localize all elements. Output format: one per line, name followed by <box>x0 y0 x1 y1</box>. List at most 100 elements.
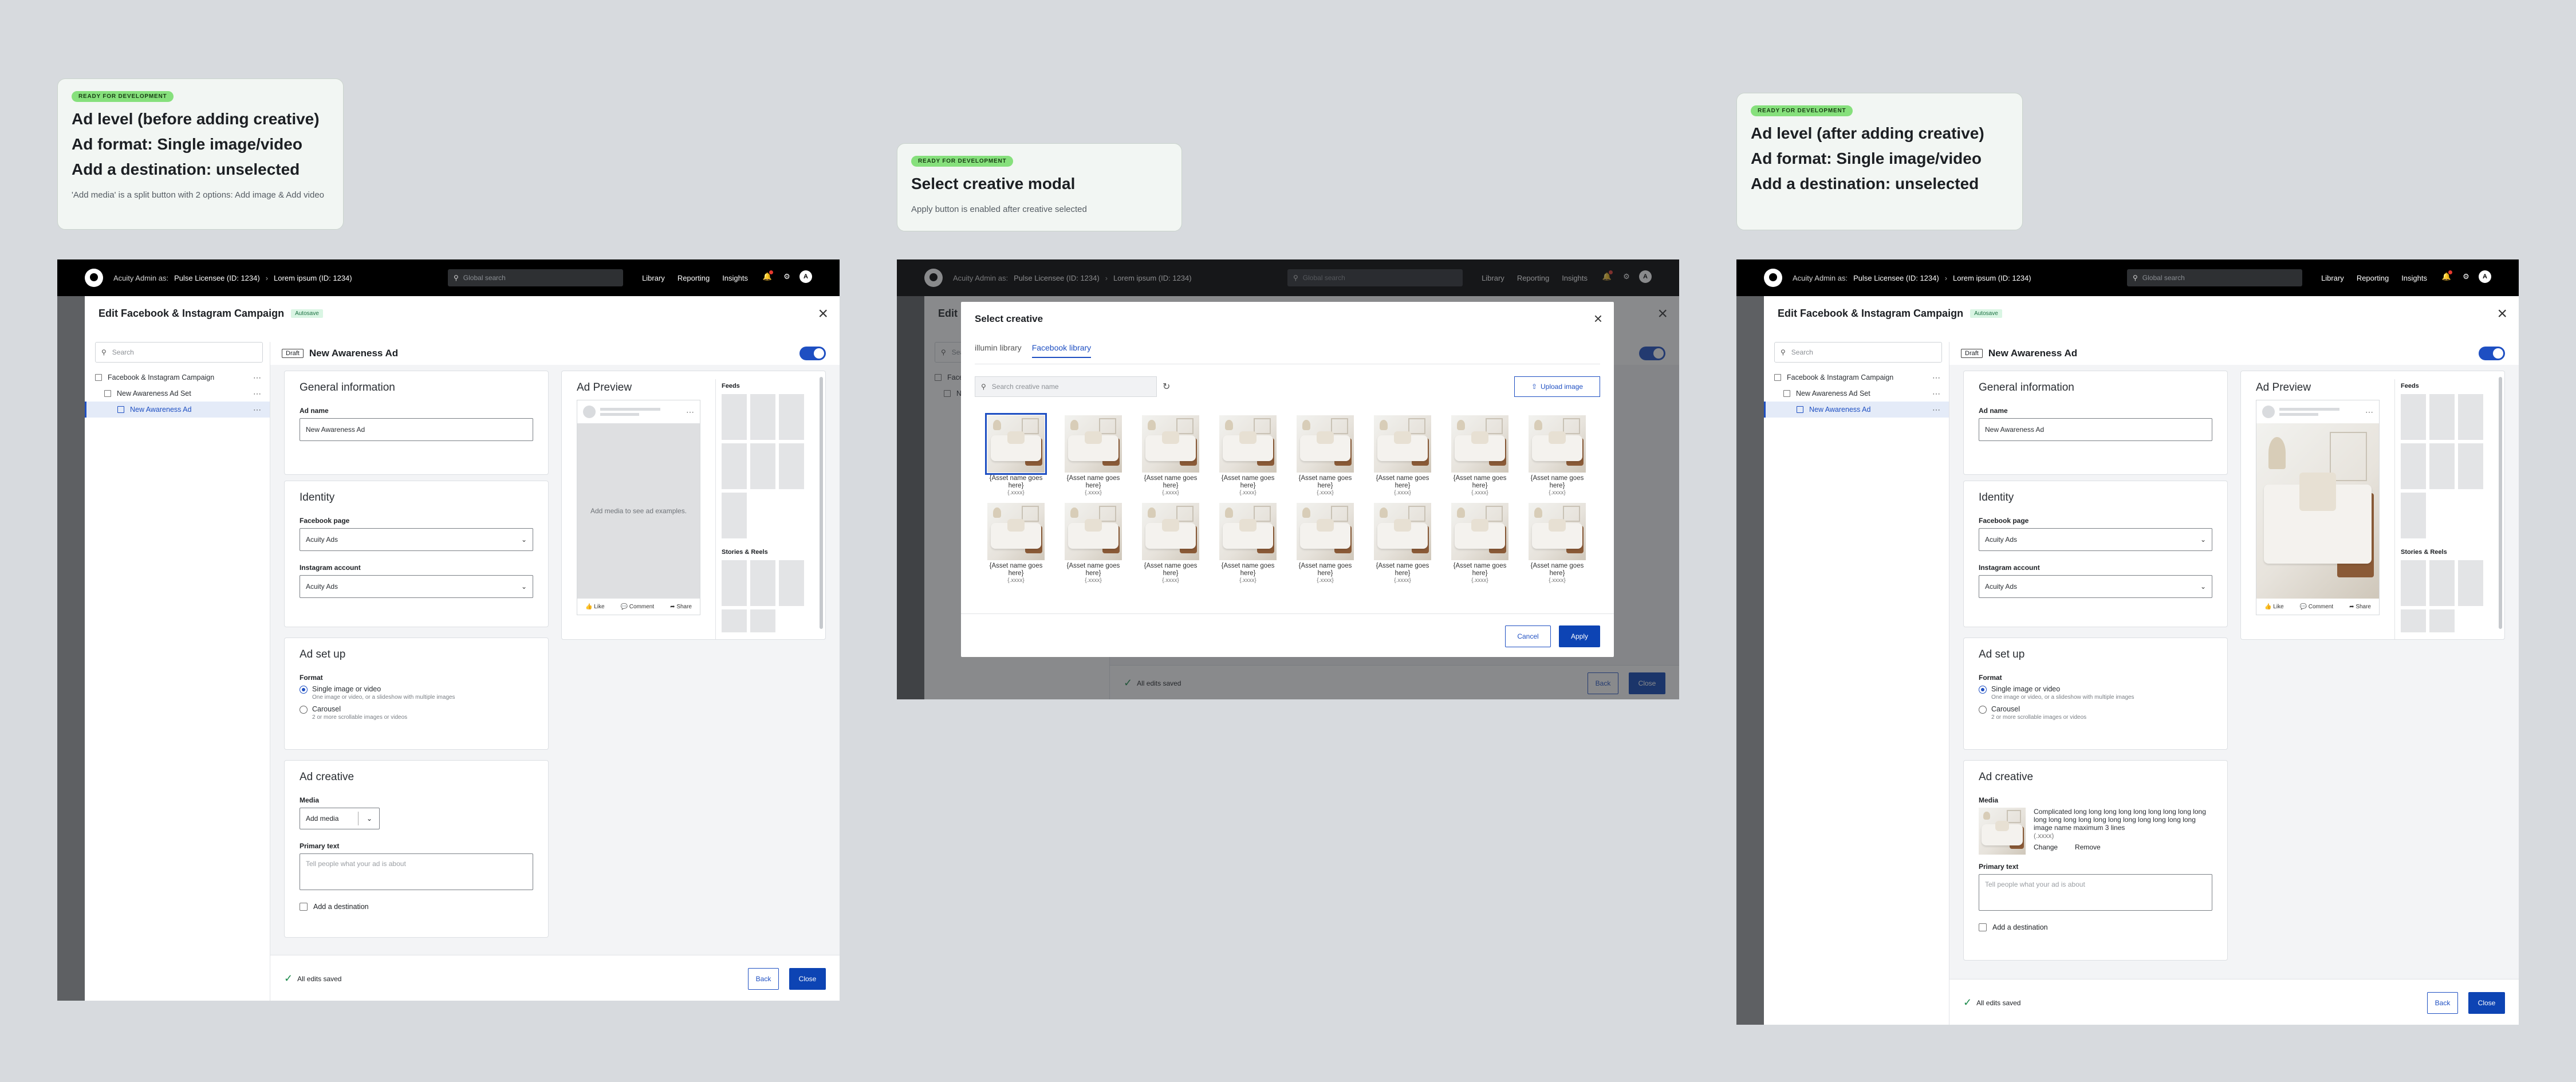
instagram-account-select[interactable]: Acuity Ads ⌄ <box>300 575 533 598</box>
account-selector[interactable]: Lorem ipsum (ID: 1234) <box>274 274 352 282</box>
asset-thumbnail[interactable] <box>1529 503 1586 560</box>
sidebar-search-input[interactable]: ⚲Search <box>95 342 263 363</box>
asset-thumbnail[interactable] <box>1451 415 1508 473</box>
asset-tile[interactable]: {Asset name goes here} {.xxxx} <box>1374 503 1431 584</box>
more-options-icon[interactable]: ⋯ <box>1932 405 1941 415</box>
primary-text-input[interactable]: Tell people what your ad is about <box>1979 874 2212 911</box>
close-icon[interactable]: × <box>1594 310 1602 328</box>
primary-text-input[interactable]: Tell people what your ad is about <box>300 853 533 890</box>
asset-thumbnail[interactable] <box>1297 415 1354 473</box>
tree-item-ad[interactable]: New Awareness Ad ⋯ <box>1764 402 1949 418</box>
logo-icon[interactable] <box>1764 269 1782 287</box>
format-carousel-radio[interactable]: Carousel 2 or more scrollable images or v… <box>1979 705 2212 721</box>
bell-icon[interactable]: 🔔 <box>761 270 774 284</box>
remove-media-link[interactable]: Remove <box>2075 843 2101 851</box>
change-media-link[interactable]: Change <box>2034 843 2058 851</box>
asset-tile[interactable]: {Asset name goes here} {.xxxx} <box>1451 503 1508 584</box>
ad-name-input[interactable]: New Awareness Ad <box>300 418 533 441</box>
close-icon[interactable]: × <box>818 305 828 322</box>
close-button[interactable]: Close <box>789 968 826 990</box>
nav-insights[interactable]: Insights <box>722 274 748 282</box>
more-options-icon[interactable]: ⋯ <box>253 373 262 383</box>
asset-thumbnail[interactable] <box>1529 415 1586 473</box>
tree-item-ad-set[interactable]: New Awareness Ad Set ⋯ <box>85 385 270 402</box>
asset-tile[interactable]: {Asset name goes here} {.xxxx} <box>1065 415 1122 496</box>
chevron-down-icon[interactable]: ⌄ <box>367 815 372 823</box>
asset-tile[interactable]: {Asset name goes here} {.xxxx} <box>987 503 1045 584</box>
close-button[interactable]: Close <box>2468 992 2505 1014</box>
licensee-selector[interactable]: Pulse Licensee (ID: 1234) <box>174 274 260 282</box>
scrollbar[interactable] <box>2499 377 2502 629</box>
add-media-split-button[interactable]: Add media ⌄ <box>300 808 380 829</box>
tree-item-campaign[interactable]: Facebook & Instagram Campaign ⋯ <box>1764 369 1949 385</box>
gear-icon[interactable]: ⚙ <box>780 270 794 284</box>
instagram-account-select[interactable]: Acuity Ads ⌄ <box>1979 575 2212 598</box>
facebook-page-select[interactable]: Acuity Ads ⌄ <box>1979 528 2212 551</box>
nav-insights[interactable]: Insights <box>2401 274 2427 282</box>
asset-tile[interactable]: {Asset name goes here} {.xxxx} <box>1142 503 1199 584</box>
format-single-radio[interactable]: Single image or video One image or video,… <box>300 685 533 701</box>
scrollbar[interactable] <box>820 377 823 629</box>
asset-thumbnail[interactable] <box>1374 503 1431 560</box>
add-destination-checkbox[interactable]: Add a destination <box>1979 923 2212 931</box>
more-options-icon[interactable]: ⋯ <box>1932 373 1941 383</box>
asset-tile[interactable]: {Asset name goes here} {.xxxx} <box>1065 503 1122 584</box>
refresh-icon[interactable]: ↻ <box>1163 381 1170 392</box>
asset-tile[interactable]: {Asset name goes here} {.xxxx} <box>1297 503 1354 584</box>
format-single-radio[interactable]: Single image or video One image or video,… <box>1979 685 2212 701</box>
more-options-icon[interactable]: ⋯ <box>253 389 262 399</box>
back-button[interactable]: Back <box>748 968 779 990</box>
asset-tile[interactable]: {Asset name goes here} {.xxxx} <box>1529 503 1586 584</box>
ad-status-toggle[interactable] <box>2479 347 2505 360</box>
nav-library[interactable]: Library <box>2321 274 2344 282</box>
bell-icon[interactable]: 🔔 <box>2440 270 2453 284</box>
global-search-input[interactable]: ⚲Global search <box>448 269 623 286</box>
sidebar-search-input[interactable]: ⚲Search <box>1774 342 1942 363</box>
more-options-icon[interactable]: ⋯ <box>1932 389 1941 399</box>
asset-thumbnail[interactable] <box>1451 503 1508 560</box>
format-carousel-radio[interactable]: Carousel 2 or more scrollable images or v… <box>300 705 533 721</box>
asset-thumbnail[interactable] <box>1219 415 1277 473</box>
upload-image-button[interactable]: ⇧ Upload image <box>1514 376 1600 397</box>
asset-thumbnail[interactable] <box>985 413 1047 475</box>
gear-icon[interactable]: ⚙ <box>2459 270 2473 284</box>
cancel-button[interactable]: Cancel <box>1505 625 1551 647</box>
asset-tile[interactable]: {Asset name goes here} {.xxxx} <box>1297 415 1354 496</box>
asset-thumbnail[interactable] <box>987 503 1045 560</box>
nav-reporting[interactable]: Reporting <box>2357 274 2389 282</box>
creative-search-input[interactable]: ⚲ Search creative name <box>975 376 1157 397</box>
asset-thumbnail[interactable] <box>1142 503 1199 560</box>
asset-tile[interactable]: {Asset name goes here} {.xxxx} <box>985 413 1047 496</box>
tab-illumin-library[interactable]: illumin library <box>975 343 1022 358</box>
close-icon[interactable]: × <box>2497 305 2507 322</box>
asset-thumbnail[interactable] <box>1065 503 1122 560</box>
asset-thumbnail[interactable] <box>1219 503 1277 560</box>
add-destination-checkbox[interactable]: Add a destination <box>300 903 533 911</box>
back-button[interactable]: Back <box>2427 992 2458 1014</box>
more-options-icon[interactable]: ⋯ <box>253 405 262 415</box>
nav-reporting[interactable]: Reporting <box>678 274 710 282</box>
ad-status-toggle[interactable] <box>799 347 826 360</box>
asset-tile[interactable]: {Asset name goes here} {.xxxx} <box>1451 415 1508 496</box>
tree-item-campaign[interactable]: Facebook & Instagram Campaign ⋯ <box>85 369 270 385</box>
asset-tile[interactable]: {Asset name goes here} {.xxxx} <box>1374 415 1431 496</box>
ad-name-input[interactable]: New Awareness Ad <box>1979 418 2212 441</box>
tab-facebook-library[interactable]: Facebook library <box>1031 343 1092 358</box>
asset-tile[interactable]: {Asset name goes here} {.xxxx} <box>1142 415 1199 496</box>
avatar[interactable]: A <box>2479 270 2491 283</box>
asset-thumbnail[interactable] <box>1297 503 1354 560</box>
asset-thumbnail[interactable] <box>1374 415 1431 473</box>
licensee-selector[interactable]: Pulse Licensee (ID: 1234) <box>1853 274 1939 282</box>
asset-thumbnail[interactable] <box>1142 415 1199 473</box>
asset-tile[interactable]: {Asset name goes here} {.xxxx} <box>1219 415 1277 496</box>
asset-thumbnail[interactable] <box>1065 415 1122 473</box>
apply-button[interactable]: Apply <box>1559 625 1600 647</box>
global-search-input[interactable]: ⚲Global search <box>2127 269 2302 286</box>
asset-tile[interactable]: {Asset name goes here} {.xxxx} <box>1529 415 1586 496</box>
account-selector[interactable]: Lorem ipsum (ID: 1234) <box>1953 274 2031 282</box>
tree-item-ad[interactable]: New Awareness Ad ⋯ <box>85 402 270 418</box>
nav-library[interactable]: Library <box>642 274 665 282</box>
avatar[interactable]: A <box>799 270 812 283</box>
logo-icon[interactable] <box>85 269 103 287</box>
tree-item-ad-set[interactable]: New Awareness Ad Set ⋯ <box>1764 385 1949 402</box>
